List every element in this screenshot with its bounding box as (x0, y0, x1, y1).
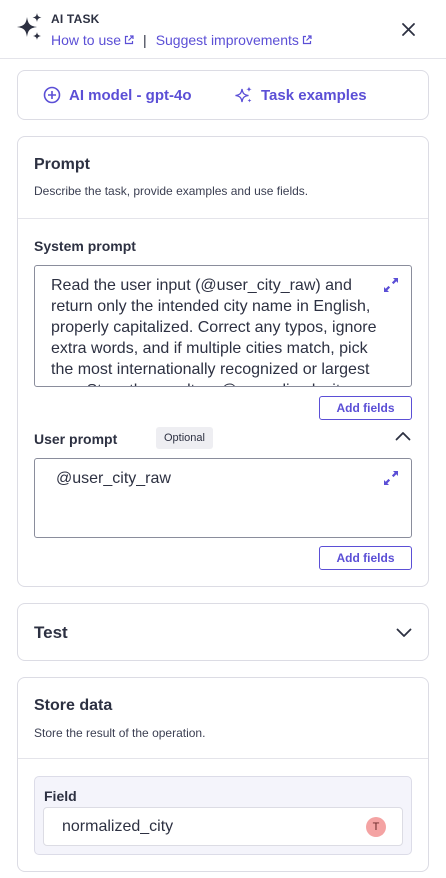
external-link-icon (302, 35, 312, 45)
system-prompt-text: Read the user input (@user_city_raw) and… (51, 277, 377, 386)
expand-icon[interactable] (382, 469, 400, 487)
optional-badge: Optional (156, 427, 213, 449)
plus-circle-icon (43, 86, 61, 104)
field-value: normalized_city (62, 818, 174, 835)
system-prompt-textarea[interactable]: Read the user input (@user_city_raw) and… (34, 265, 412, 387)
prompt-card: Prompt Describe the task, provide exampl… (17, 136, 429, 587)
ai-model-button[interactable]: AI model - gpt-4o (43, 86, 192, 104)
test-title: Test (34, 623, 68, 642)
task-examples-button[interactable]: Task examples (235, 86, 367, 104)
how-to-use-label: How to use (51, 32, 122, 48)
model-actions-card: AI model - gpt-4o Task examples (17, 70, 429, 120)
chevron-up-icon[interactable] (395, 431, 411, 441)
suggest-improvements-link[interactable]: Suggest improvements (156, 32, 312, 48)
expand-icon[interactable] (382, 276, 400, 294)
sparkles-icon (17, 13, 42, 40)
external-link-icon (124, 35, 134, 45)
add-fields-button[interactable]: Add fields (319, 396, 412, 420)
store-data-subtitle: Store the result of the operation. (34, 726, 206, 740)
test-section[interactable]: Test (17, 603, 429, 661)
sparkles-icon (235, 86, 252, 103)
user-prompt-label: User prompt (34, 431, 118, 447)
avatar: T (366, 817, 386, 837)
user-prompt-text: @user_city_raw (56, 470, 171, 487)
panel-header: AI TASK How to use | Suggest improvement… (0, 0, 446, 59)
prompt-divider (18, 218, 428, 219)
how-to-use-link[interactable]: How to use (51, 32, 134, 48)
prompt-subtitle: Describe the task, provide examples and … (34, 184, 309, 198)
ai-model-label: AI model - gpt-4o (69, 86, 192, 104)
link-separator: | (143, 32, 147, 48)
header-links: How to use | Suggest improvements (51, 32, 312, 48)
store-data-card: Store data Store the result of the opera… (17, 677, 429, 872)
prompt-title: Prompt (34, 156, 90, 173)
chevron-down-icon[interactable] (396, 628, 412, 638)
field-label: Field (44, 788, 77, 804)
task-examples-label: Task examples (261, 86, 367, 104)
panel-title: AI TASK (51, 12, 100, 26)
field-input[interactable]: normalized_city T (43, 807, 403, 846)
close-icon[interactable] (400, 21, 417, 38)
suggest-improvements-label: Suggest improvements (155, 32, 299, 48)
user-prompt-textarea[interactable]: @user_city_raw (34, 458, 412, 538)
system-prompt-label: System prompt (34, 238, 136, 254)
store-data-divider (18, 758, 428, 759)
field-container: Field normalized_city T (34, 776, 412, 855)
add-fields-button[interactable]: Add fields (319, 546, 412, 570)
store-data-title: Store data (34, 697, 113, 714)
